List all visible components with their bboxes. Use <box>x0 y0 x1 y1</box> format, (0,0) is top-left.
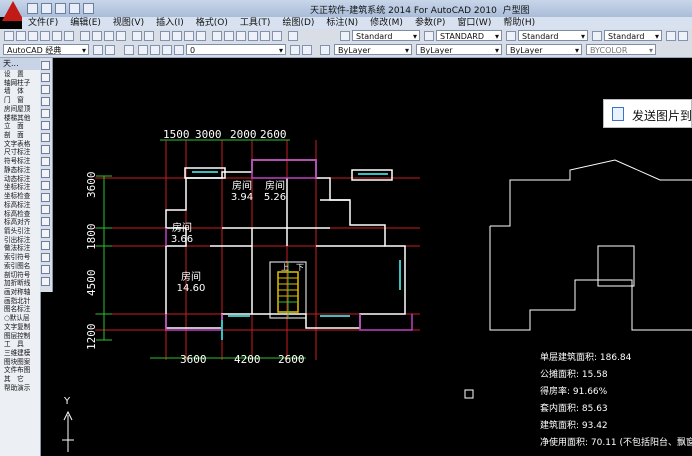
stat-building-area: 建筑面积: 93.42 <box>540 421 608 431</box>
room-name: 房间 <box>232 181 252 192</box>
stat-interior-area: 套内面积: 85.63 <box>540 404 608 414</box>
room-area: 3.94 <box>230 192 254 203</box>
room-name: 房间 <box>181 272 201 283</box>
stat-shared-area: 公摊面积: 15.58 <box>540 370 608 380</box>
send-image-text: 发送图片到 <box>632 109 692 123</box>
dim-bottom-3: 2600 <box>278 353 305 366</box>
ucs-y-label: Y <box>64 396 71 407</box>
area-statistics: 单层建筑面积: 186.84 公摊面积: 15.58 得房率: 91.66% 套… <box>540 350 692 450</box>
stat-efficiency: 得房率: 91.66% <box>540 387 608 397</box>
dim-bottom-2: 4200 <box>234 353 261 366</box>
send-image-icon <box>612 107 624 121</box>
room-label-3: 房间 3.66 <box>168 219 196 245</box>
room-name: 房间 <box>265 181 285 192</box>
dim-top-1: 1500 <box>163 128 190 141</box>
stair-down-label: 下 <box>296 263 304 272</box>
stat-single-floor-area: 单层建筑面积: 186.84 <box>540 353 632 363</box>
dim-top-4: 2600 <box>260 128 287 141</box>
dim-bottom-1: 3600 <box>180 353 207 366</box>
room-label-2: 房间 5.26 <box>261 177 289 203</box>
send-image-popup[interactable]: 发送图片到 <box>603 99 692 128</box>
dim-top-2: 3000 <box>195 128 222 141</box>
small-square <box>464 389 474 399</box>
dim-left-1: 3600 <box>85 171 98 199</box>
dim-top-3: 2000 <box>230 128 257 141</box>
room-label-1: 房间 3.94 <box>228 177 256 203</box>
windows <box>192 171 401 340</box>
dim-left-3: 4500 <box>85 269 98 297</box>
room-label-4: 房间 14.60 <box>174 268 208 294</box>
room-area: 3.66 <box>170 234 194 245</box>
dim-left-2: 1800 <box>85 223 98 251</box>
room-area: 14.60 <box>176 283 206 294</box>
room-name: 房间 <box>172 223 192 234</box>
room-area: 5.26 <box>263 192 287 203</box>
stair-up-label: 上 <box>281 263 289 272</box>
dim-left-4: 1200 <box>85 323 98 351</box>
ucs-icon <box>62 410 74 452</box>
stat-net-usable-area: 净使用面积: 70.11 (不包括阳台、飘窗) <box>540 438 692 448</box>
balconies <box>165 159 413 331</box>
elevation-outline <box>489 159 692 331</box>
